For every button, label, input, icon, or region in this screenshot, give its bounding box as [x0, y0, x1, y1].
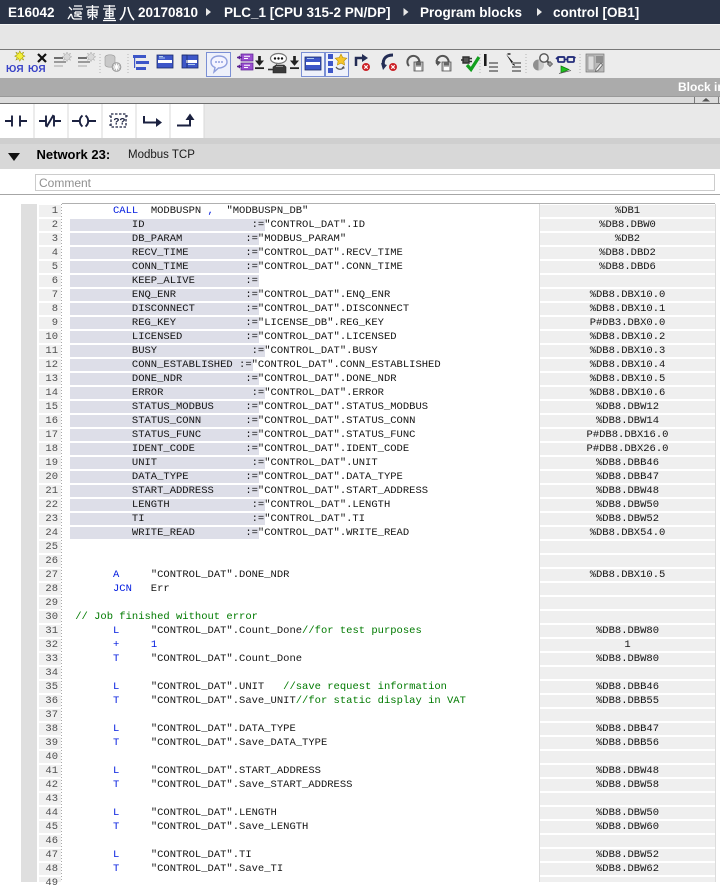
svg-text:??: ?? [114, 118, 126, 129]
